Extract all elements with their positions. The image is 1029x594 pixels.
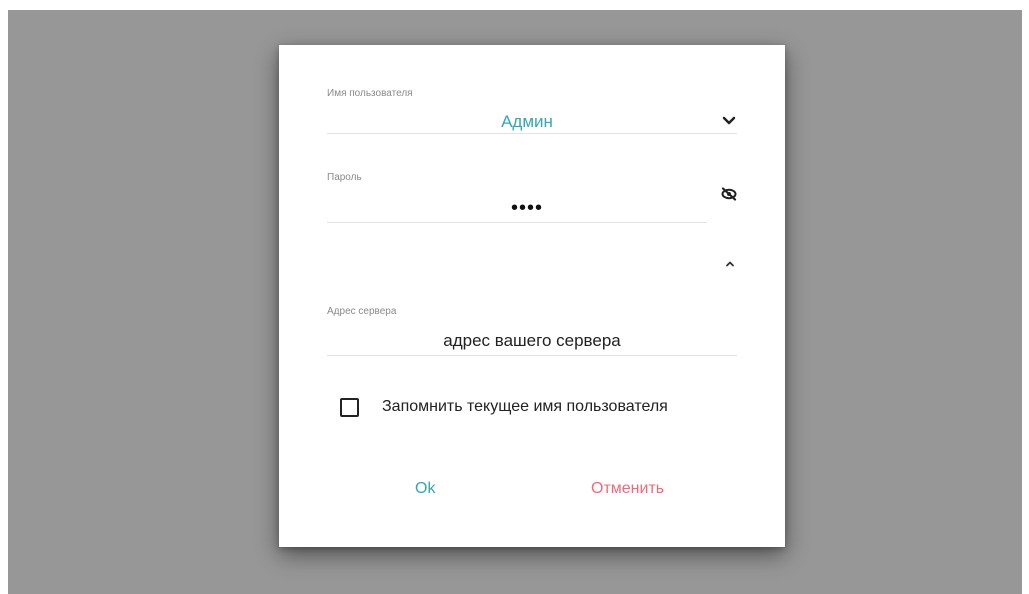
username-label: Имя пользователя	[327, 88, 413, 99]
login-dialog: Имя пользователя Админ Пароль •••• Адрес…	[279, 45, 785, 547]
server-input[interactable]: адрес вашего сервера	[327, 331, 737, 351]
chevron-down-icon[interactable]	[718, 110, 740, 132]
password-underline	[327, 222, 707, 223]
ok-button[interactable]: Ok	[405, 476, 445, 502]
eye-off-icon[interactable]	[718, 183, 740, 205]
server-label: Адрес сервера	[327, 306, 397, 317]
password-label: Пароль	[327, 172, 362, 183]
remember-checkbox[interactable]	[340, 398, 359, 417]
remember-label[interactable]: Запомнить текущее имя пользователя	[382, 398, 668, 416]
cancel-button[interactable]: Отменить	[581, 476, 674, 502]
password-input[interactable]: ••••	[327, 197, 727, 220]
username-select[interactable]: Админ	[327, 112, 727, 132]
username-underline	[327, 133, 737, 134]
chevron-up-icon[interactable]	[719, 252, 741, 274]
server-underline	[327, 355, 737, 356]
